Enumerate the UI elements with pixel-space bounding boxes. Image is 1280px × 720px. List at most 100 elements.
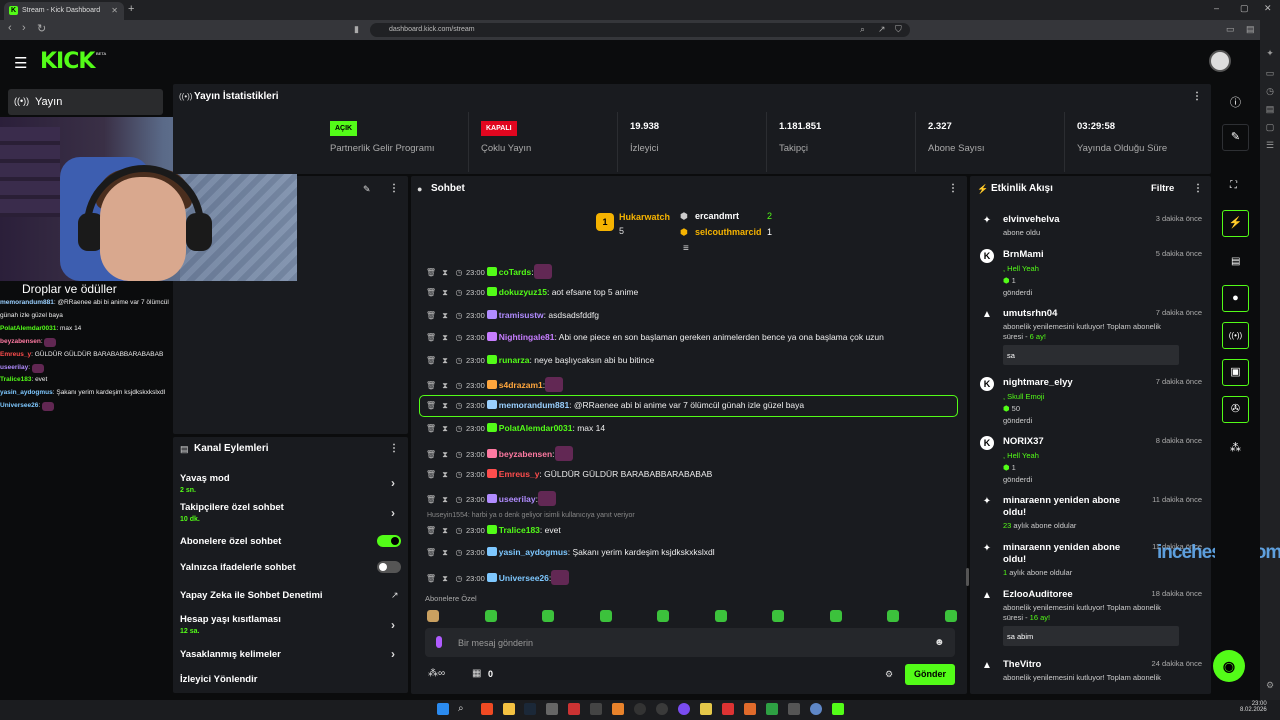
taskbar-steam-icon[interactable] bbox=[524, 703, 536, 715]
url-field[interactable]: dashboard.kick.com/stream bbox=[370, 23, 910, 37]
message-user[interactable]: memorandum881 bbox=[499, 400, 569, 410]
delete-icon[interactable]: 🗑 bbox=[424, 574, 438, 583]
message-user[interactable]: Nightingale81 bbox=[499, 332, 555, 342]
emoji-icon[interactable]: ☻ bbox=[934, 637, 945, 648]
kick-logo[interactable]: KICK bbox=[40, 49, 95, 74]
chat-icon[interactable]: ● bbox=[1222, 285, 1249, 312]
menu-icon[interactable]: ☰ bbox=[14, 54, 27, 72]
clock-icon[interactable]: ◷ bbox=[452, 333, 466, 342]
new-tab-icon[interactable]: + bbox=[128, 3, 134, 15]
back-icon[interactable]: ‹ bbox=[8, 22, 12, 34]
more-icon[interactable]: ⋮ bbox=[389, 183, 399, 194]
info-icon[interactable]: ⓘ bbox=[1230, 94, 1241, 110]
taskbar-app-icon[interactable] bbox=[568, 703, 580, 715]
feed-name[interactable]: BrnMami bbox=[1003, 249, 1133, 260]
timeout-icon[interactable]: ⧗ bbox=[438, 495, 452, 505]
chat-scrollbar[interactable] bbox=[966, 568, 969, 586]
banned-words-item[interactable]: Yasaklanmış kelimeler bbox=[180, 649, 281, 660]
delete-icon[interactable]: 🗑 bbox=[424, 495, 438, 504]
taskbar-app-icon[interactable] bbox=[590, 703, 602, 715]
feed-name[interactable]: minaraenn yeniden abone oldu! bbox=[1003, 542, 1133, 566]
delete-icon[interactable]: 🗑 bbox=[424, 548, 438, 557]
feed-name[interactable]: elvinvehelva bbox=[1003, 214, 1133, 225]
delete-icon[interactable]: 🗑 bbox=[424, 356, 438, 365]
clock-icon[interactable]: ◷ bbox=[452, 470, 466, 479]
feed-name[interactable]: minaraenn yeniden abone oldu! bbox=[1003, 495, 1133, 519]
delete-icon[interactable]: 🗑 bbox=[424, 381, 438, 390]
chevron-right-icon[interactable]: › bbox=[391, 476, 395, 490]
timeout-icon[interactable]: ⧗ bbox=[438, 526, 452, 536]
message-user[interactable]: useerilay bbox=[499, 494, 536, 504]
avatar[interactable] bbox=[1209, 50, 1231, 72]
emote-button[interactable] bbox=[599, 610, 612, 622]
emote-button[interactable] bbox=[772, 610, 784, 622]
taskbar-app-icon[interactable] bbox=[700, 703, 712, 715]
store-icon[interactable]: ▦ bbox=[472, 668, 481, 679]
wrench-icon[interactable]: ✇ bbox=[1222, 396, 1249, 423]
help-chat-icon[interactable]: ◉ bbox=[1213, 650, 1245, 682]
timeout-icon[interactable]: ⧗ bbox=[438, 424, 452, 434]
message-user[interactable]: yasin_aydogmus bbox=[499, 547, 568, 557]
feed-name[interactable]: NORIX37 bbox=[1003, 436, 1133, 447]
message-user[interactable]: Tralice183 bbox=[499, 525, 540, 535]
account-age-item[interactable]: Hesap yaşı kısıtlaması 12 sa. bbox=[180, 614, 281, 635]
timeout-icon[interactable]: ⧗ bbox=[438, 268, 452, 278]
side-notes-icon[interactable]: ▤ bbox=[1264, 104, 1276, 116]
gear-icon[interactable]: ⚙ bbox=[885, 669, 893, 680]
delete-icon[interactable]: 🗑 bbox=[424, 288, 438, 297]
emotes-only-toggle[interactable] bbox=[377, 561, 401, 573]
timeout-icon[interactable]: ⧗ bbox=[438, 574, 452, 584]
emote-button[interactable] bbox=[714, 610, 727, 622]
feed-name[interactable]: TheVitro bbox=[1003, 659, 1133, 670]
timeout-icon[interactable]: ⧗ bbox=[438, 450, 452, 460]
external-link-icon[interactable]: ↗ bbox=[391, 590, 399, 601]
clock-icon[interactable]: ◷ bbox=[452, 450, 466, 459]
sidebar-item-yayin[interactable]: ((•)) Yayın bbox=[8, 89, 163, 115]
clock-icon[interactable]: ◷ bbox=[452, 495, 466, 504]
clock-icon[interactable]: ◷ bbox=[452, 268, 466, 277]
top-gifter-name[interactable]: selcouthmarcid bbox=[695, 227, 762, 237]
message-user[interactable]: s4drazam1 bbox=[499, 380, 543, 390]
chevron-right-icon[interactable]: › bbox=[391, 647, 395, 661]
top-gifter-name[interactable]: ercandmrt bbox=[695, 211, 739, 221]
feed-name[interactable]: nightmare_elyy bbox=[1003, 377, 1133, 388]
delete-icon[interactable]: 🗑 bbox=[424, 333, 438, 342]
timeout-icon[interactable]: ⧗ bbox=[438, 470, 452, 480]
viewer-redirect-item[interactable]: İzleyici Yönlendir bbox=[180, 674, 257, 685]
clock-icon[interactable]: ◷ bbox=[452, 288, 466, 297]
close-window-icon[interactable]: ✕ bbox=[1264, 3, 1272, 14]
taskbar-app-icon[interactable] bbox=[810, 703, 822, 715]
emote-button[interactable] bbox=[887, 610, 899, 622]
taskbar-app-icon[interactable] bbox=[656, 703, 668, 715]
edit-icon[interactable]: ✎ bbox=[363, 184, 371, 195]
taskbar-app-icon[interactable] bbox=[722, 703, 734, 715]
clock-icon[interactable]: ◷ bbox=[452, 381, 466, 390]
timeout-icon[interactable]: ⧗ bbox=[438, 548, 452, 558]
feed-name[interactable]: EzlooAuditoree bbox=[1003, 589, 1133, 600]
emote-button[interactable] bbox=[944, 610, 957, 622]
timeout-icon[interactable]: ⧗ bbox=[438, 333, 452, 343]
taskbar-app-icon[interactable] bbox=[766, 703, 778, 715]
timeout-icon[interactable]: ⧗ bbox=[438, 356, 452, 366]
forward-icon[interactable]: › bbox=[22, 22, 26, 34]
bookmark-icon[interactable]: ▮ bbox=[354, 24, 359, 35]
reload-icon[interactable]: ↻ bbox=[37, 22, 46, 35]
start-icon[interactable] bbox=[437, 703, 449, 715]
points-icon[interactable]: ⁂∞ bbox=[428, 668, 445, 679]
delete-icon[interactable]: 🗑 bbox=[424, 470, 438, 479]
emote-button[interactable] bbox=[484, 610, 497, 622]
emote-button[interactable] bbox=[427, 610, 439, 622]
close-tab-icon[interactable]: ✕ bbox=[111, 6, 118, 15]
notes-icon[interactable]: ▤ bbox=[1231, 256, 1240, 267]
side-history-icon[interactable]: ◷ bbox=[1264, 86, 1276, 98]
taskbar-app-icon[interactable] bbox=[744, 703, 756, 715]
emote-button[interactable] bbox=[829, 610, 842, 622]
message-user[interactable]: dokuzyuz15 bbox=[499, 287, 547, 297]
message-user[interactable]: PolatAlemdar0031 bbox=[499, 423, 573, 433]
side-settings-icon[interactable]: ⚙ bbox=[1264, 680, 1276, 692]
share-icon[interactable]: ↗ bbox=[878, 24, 886, 35]
clock-icon[interactable]: ◷ bbox=[452, 401, 466, 410]
taskbar-kick-icon[interactable] bbox=[832, 703, 844, 715]
channel-icon[interactable]: ▣ bbox=[1222, 359, 1249, 386]
more-icon[interactable]: ⋮ bbox=[1192, 91, 1202, 102]
